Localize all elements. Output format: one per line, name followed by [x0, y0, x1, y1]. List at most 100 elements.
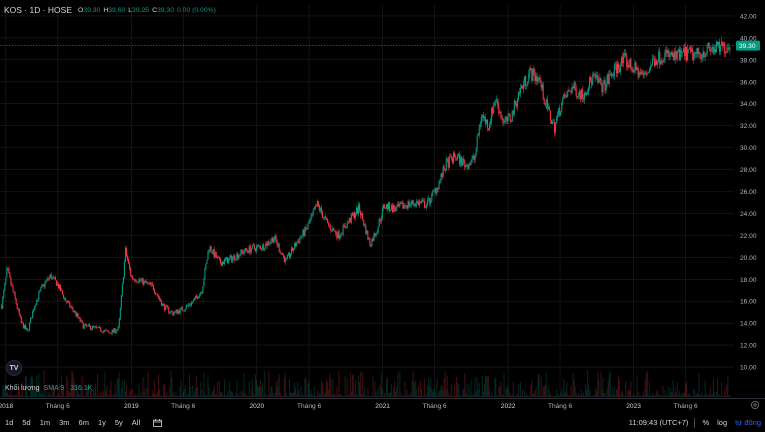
candle-body: [395, 209, 397, 211]
volume-bar: [334, 394, 336, 397]
price-tick-label: 28.00: [740, 167, 757, 174]
candle-body: [502, 118, 504, 124]
time-axis[interactable]: 2018 Tháng 6 2019 Tháng 6 2020 Tháng 6 2021 Thá…: [0, 403, 698, 410]
candle-body: [413, 204, 415, 205]
scale-tools: 11:09:43 (UTC+7) % log tự động: [629, 413, 761, 432]
volume-bar: [406, 389, 408, 397]
symbol-title[interactable]: KOS · 1D · HOSE: [4, 5, 72, 15]
volume-label[interactable]: Khối lượng: [5, 385, 40, 392]
candle-body: [63, 294, 65, 299]
candle-body: [340, 234, 342, 236]
volume-bar: [429, 386, 431, 397]
candle-body: [558, 108, 560, 114]
candle-body: [507, 113, 509, 122]
volume-sma-label: SMA 9: [43, 385, 65, 392]
candle-body: [141, 278, 143, 281]
candle-body: [265, 243, 267, 250]
candle-body: [163, 303, 165, 306]
range-5d-button[interactable]: 5d: [22, 418, 30, 427]
last-price-tag: 39.30: [736, 40, 760, 51]
range-5y-button[interactable]: 5y: [115, 418, 123, 427]
volume-bar: [126, 395, 129, 397]
candle-body: [672, 53, 674, 57]
volume-bar: [457, 382, 459, 397]
volume-bar: [526, 394, 528, 397]
candle-body: [126, 255, 129, 260]
volume-bar: [684, 383, 687, 397]
volume-bar: [466, 383, 468, 397]
candle-body: [612, 74, 614, 76]
volume-bar: [420, 389, 423, 397]
volume-bar: [267, 395, 269, 397]
candle-body: [651, 58, 654, 66]
candle-body: [671, 51, 673, 57]
time-tick-label: 2018: [0, 403, 14, 410]
price-tick-label: 22.00: [740, 233, 757, 240]
candle-body: [485, 119, 488, 124]
tradingview-logo[interactable]: TV: [6, 360, 22, 376]
candle-body: [226, 257, 228, 260]
range-6m-button[interactable]: 6m: [79, 418, 89, 427]
range-3m-button[interactable]: 3m: [59, 418, 69, 427]
candle-body: [166, 305, 168, 307]
volume-bar: [382, 395, 384, 397]
volume-bar: [473, 393, 475, 397]
percent-scale-button[interactable]: %: [702, 418, 709, 427]
ohlc-change: 0.00 (0.00%): [177, 7, 216, 14]
candle-body: [693, 53, 695, 61]
price-tick-label: 20.00: [740, 255, 757, 262]
volume-bar: [240, 395, 242, 397]
volume-bar: [220, 392, 222, 397]
volume-bar: [20, 394, 22, 397]
auto-scale-button[interactable]: tự động: [735, 418, 761, 427]
time-tick-label: Tháng 6: [46, 403, 71, 410]
price-axis[interactable]: 10.00 12.00 14.00 16.00 18.00 20.00 22.00 24.00…: [740, 13, 757, 371]
volume-bar: [319, 393, 321, 397]
volume-bar: [384, 395, 386, 397]
range-1m-button[interactable]: 1m: [40, 418, 50, 427]
volume-bar: [719, 393, 721, 397]
volume-bar: [472, 394, 474, 397]
pane-divider[interactable]: [0, 398, 765, 399]
candle-body: [435, 188, 437, 194]
candle-body: [231, 255, 233, 262]
volume-bar: [555, 395, 557, 397]
candle-body: [45, 280, 47, 283]
log-scale-button[interactable]: log: [717, 418, 727, 427]
candle-body: [467, 164, 469, 170]
volume-bar: [112, 395, 114, 397]
volume-bar: [59, 395, 62, 397]
settings-icon[interactable]: [750, 400, 760, 410]
candle-body: [181, 307, 183, 311]
volume-bar: [270, 386, 272, 397]
volume-bar: [467, 395, 469, 397]
volume-bar: [71, 370, 73, 397]
candle-body: [68, 301, 70, 303]
volume-bar: [540, 376, 542, 397]
volume-bar: [560, 392, 562, 397]
candle-body: [663, 60, 665, 63]
volume-bar: [303, 395, 305, 397]
candle-body: [384, 207, 386, 209]
candle-body: [461, 156, 463, 166]
candle-body: [534, 72, 536, 81]
candle-body: [659, 51, 661, 64]
volume-bar: [175, 391, 177, 397]
range-all-button[interactable]: All: [132, 418, 140, 427]
volume-bar: [13, 394, 15, 397]
candle-body: [391, 204, 393, 211]
volume-bar: [670, 392, 672, 397]
range-1y-button[interactable]: 1y: [98, 418, 106, 427]
clock-timezone[interactable]: 11:09:43 (UTC+7): [629, 418, 689, 427]
volume-bar: [635, 395, 637, 397]
volume-bar: [185, 395, 187, 397]
volume-bar: [491, 392, 493, 397]
range-1d-button[interactable]: 1d: [5, 418, 13, 427]
candle-body: [584, 93, 587, 96]
candle-body: [217, 256, 219, 259]
candle-body: [342, 225, 344, 235]
price-chart[interactable]: 10.00 12.00 14.00 16.00 18.00 20.00 22.00 24.00…: [0, 0, 765, 432]
calendar-icon[interactable]: [153, 418, 163, 427]
volume-bar: [545, 372, 547, 397]
candle-body: [704, 55, 706, 58]
